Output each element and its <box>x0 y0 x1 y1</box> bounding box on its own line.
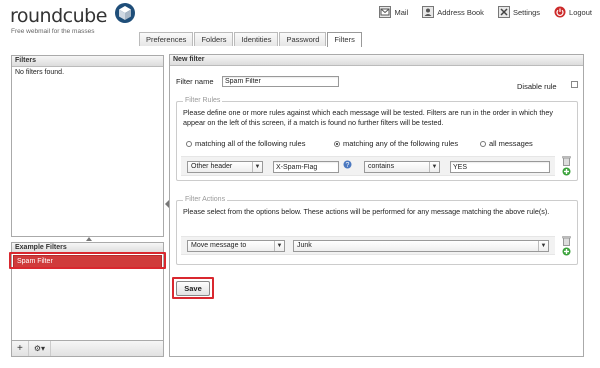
rule-row: Other header ▼ ? contains ▼ <box>181 156 555 176</box>
header-name-input[interactable] <box>273 161 339 173</box>
logo-text: roundcube <box>10 5 107 27</box>
mail-icon <box>379 6 392 18</box>
action-select[interactable]: Move message to ▼ <box>187 240 285 252</box>
add-rule-icon[interactable] <box>562 167 571 176</box>
nav-settings[interactable]: Settings <box>497 6 541 18</box>
rule-value-input[interactable] <box>450 161 550 173</box>
disable-rule-checkbox[interactable] <box>571 81 578 88</box>
folder-select[interactable]: Junk ▼ <box>293 240 549 252</box>
match-all-radio[interactable] <box>186 141 192 147</box>
folder-select-value: Junk <box>297 242 312 249</box>
operator-select-value: contains <box>368 163 395 170</box>
tab-folders[interactable]: Folders <box>194 32 234 46</box>
action-row-controls <box>562 236 572 256</box>
delete-rule-icon[interactable] <box>562 156 571 166</box>
settings-tabs: Preferences Folders Identities Password … <box>139 32 363 47</box>
filter-form-title: New filter <box>170 55 583 66</box>
help-icon[interactable]: ? <box>343 160 352 169</box>
filter-set-item-spam-filter[interactable]: Spam Filter <box>13 255 162 268</box>
match-any-label: matching any of the following rules <box>343 139 459 148</box>
all-messages-radio[interactable] <box>480 141 486 147</box>
filter-sets-panel: Example Filters Spam Filter <box>11 242 164 340</box>
chevron-down-icon: ▼ <box>538 241 548 251</box>
filters-panel-title: Filters <box>12 56 163 67</box>
match-any-radio[interactable] <box>334 141 340 147</box>
settings-icon <box>497 6 510 18</box>
filter-name-label: Filter name <box>176 77 214 86</box>
chevron-down-icon: ▼ <box>274 241 284 251</box>
all-messages-label: all messages <box>489 139 533 148</box>
svg-text:?: ? <box>346 162 350 169</box>
add-filter-set-button[interactable]: + <box>12 341 29 356</box>
filter-rules-legend: Filter Rules <box>183 97 223 104</box>
filter-set-actions-button[interactable]: ⚙▾ <box>29 341 52 356</box>
filter-name-input[interactable] <box>222 76 339 87</box>
filter-actions-group: Filter Actions Please select from the op… <box>176 196 578 265</box>
filter-rules-group: Filter Rules Please define one or more r… <box>176 97 578 181</box>
roundcube-logo: roundcube Free webmail for the masses <box>10 2 140 36</box>
nav-address-book[interactable]: Address Book <box>422 6 484 18</box>
chevron-down-icon: ▼ <box>429 162 439 172</box>
filter-actions-description: Please select from the options below. Th… <box>183 207 550 216</box>
chevron-down-icon: ▼ <box>252 162 262 172</box>
rule-row-controls <box>562 156 572 176</box>
save-button[interactable]: Save <box>176 281 210 296</box>
add-action-icon[interactable] <box>562 247 571 256</box>
filters-list-panel: Filters No filters found. <box>11 55 164 237</box>
match-all-label: matching all of the following rules <box>195 139 306 148</box>
tab-preferences[interactable]: Preferences <box>139 32 194 46</box>
logout-icon <box>554 6 566 18</box>
filter-rules-description: Please define one or more rules against … <box>183 108 553 127</box>
delete-action-icon[interactable] <box>562 236 571 246</box>
operator-select[interactable]: contains ▼ <box>364 161 440 173</box>
disable-rule-label: Disable rule <box>517 82 557 91</box>
nav-address-book-label: Address Book <box>437 7 484 17</box>
address-book-icon <box>422 6 435 18</box>
action-select-value: Move message to <box>191 242 247 249</box>
logo-slogan: Free webmail for the masses <box>11 28 95 35</box>
nav-logout[interactable]: Logout <box>554 6 592 18</box>
horizontal-splitter[interactable] <box>86 237 92 241</box>
nav-mail-label: Mail <box>394 7 409 17</box>
header-select[interactable]: Other header ▼ <box>187 161 263 173</box>
tab-filters[interactable]: Filters <box>327 32 362 47</box>
splitter-grip-icon <box>86 237 92 241</box>
filters-empty-message: No filters found. <box>15 69 65 76</box>
action-row: Move message to ▼ Junk ▼ <box>181 236 555 255</box>
nav-settings-label: Settings <box>512 7 541 17</box>
filter-actions-legend: Filter Actions <box>183 196 228 203</box>
tab-password[interactable]: Password <box>279 32 327 46</box>
nav-logout-label: Logout <box>569 7 592 17</box>
filter-form-panel: New filter Filter name Disable rule Filt… <box>169 54 584 357</box>
top-navigation: Mail Address Book Settings Logout <box>365 4 592 20</box>
filter-sets-title: Example Filters <box>12 243 163 254</box>
filter-sets-toolbar: + ⚙▾ <box>11 340 164 357</box>
cube-logo-icon <box>115 3 135 23</box>
header-select-value: Other header <box>191 163 233 170</box>
nav-mail[interactable]: Mail <box>379 6 408 18</box>
tab-identities[interactable]: Identities <box>234 32 279 46</box>
